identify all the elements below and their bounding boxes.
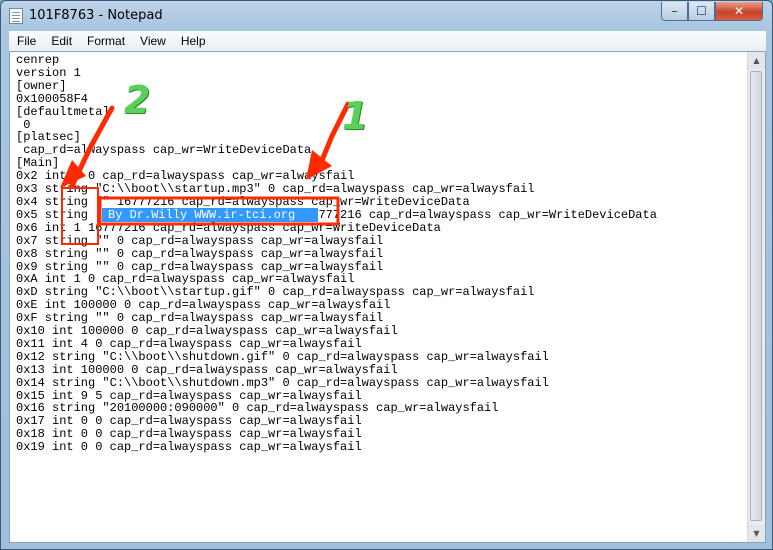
menu-file[interactable]: File [9,34,43,48]
notepad-app-icon[interactable] [9,8,23,24]
close-button[interactable]: ✕ [715,2,763,21]
maximize-button[interactable]: ☐ [688,2,715,21]
close-icon: ✕ [733,4,745,18]
scroll-up-arrow-icon[interactable]: ▲ [748,52,765,69]
annotation-label-2: 2 [124,78,151,122]
menu-format[interactable]: Format [79,34,132,48]
minimize-button[interactable]: – [661,2,688,21]
annotation-label-1: 1 [342,94,369,138]
vertical-scrollbar[interactable]: ▲ ▼ [747,52,765,542]
title-bar[interactable]: 101F8763 - Notepad – ☐ ✕ [1,1,772,31]
text-editor-area[interactable]: cenrep version 1 [owner] 0x100058F4 [def… [9,51,766,543]
document-text[interactable]: cenrep version 1 [owner] 0x100058F4 [def… [16,54,657,454]
selected-text: By Dr.Willy WWW.ir-tci.org [108,208,296,222]
window-title: 101F8763 - Notepad [29,8,163,23]
notepad-window: 101F8763 - Notepad – ☐ ✕ File Edit Forma… [0,0,773,550]
scroll-down-arrow-icon[interactable]: ▼ [748,525,765,542]
menu-edit[interactable]: Edit [43,34,79,48]
menu-view[interactable]: View [132,34,173,48]
menu-bar: File Edit Format View Help [9,31,766,51]
menu-help[interactable]: Help [173,34,213,48]
maximize-icon: ☐ [696,4,707,18]
scroll-thumb[interactable] [750,71,762,521]
minimize-icon: – [671,4,678,18]
